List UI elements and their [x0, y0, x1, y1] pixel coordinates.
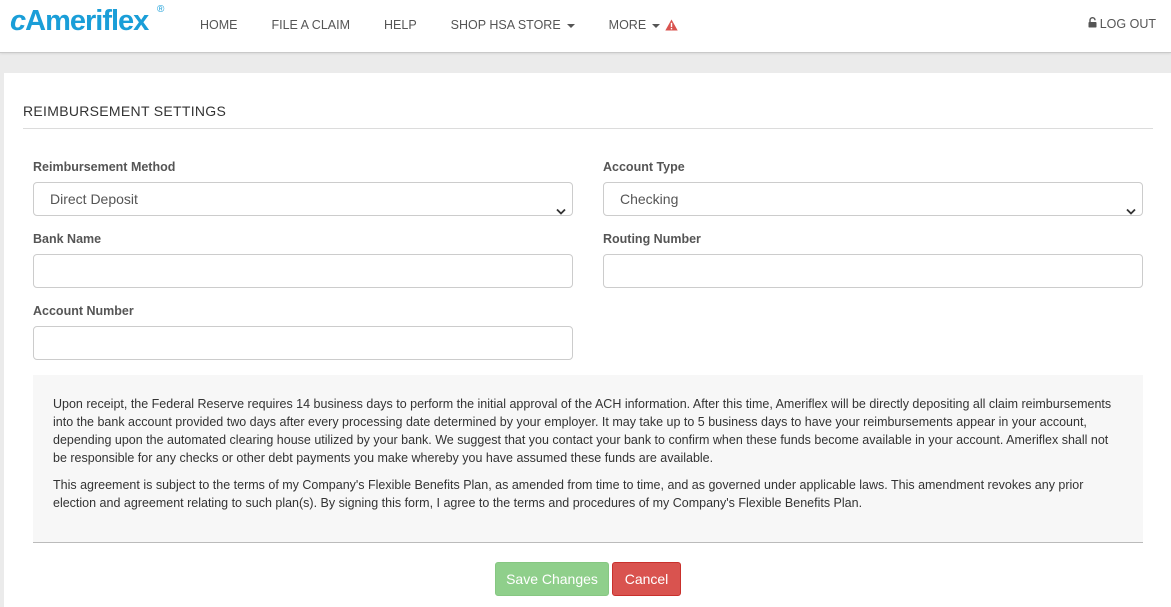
account-type-label: Account Type — [603, 160, 685, 174]
nav-shop-hsa-store-label: SHOP HSA STORE — [450, 18, 561, 32]
logout-link[interactable]: LOG OUT — [1088, 17, 1156, 31]
nav-home-label: HOME — [200, 18, 238, 32]
account-number-input[interactable] — [33, 326, 573, 360]
main-nav: HOME FILE A CLAIM HELP SHOP HSA STORE MO… — [200, 0, 712, 50]
account-number-label: Account Number — [33, 304, 134, 318]
notice-paragraph-agreement: This agreement is subject to the terms o… — [53, 478, 1084, 510]
bank-name-label: Bank Name — [33, 232, 102, 246]
nav-more[interactable]: MORE — [609, 18, 679, 32]
section-divider — [23, 128, 1153, 129]
chevron-down-icon — [1126, 195, 1136, 227]
lock-icon — [1088, 17, 1097, 31]
reimbursement-settings-panel: REIMBURSEMENT SETTINGS Reimbursement Met… — [4, 73, 1171, 607]
account-type-select[interactable]: Checking — [603, 182, 1143, 216]
notice-paragraph-ach: Upon receipt, the Federal Reserve requir… — [53, 397, 1112, 465]
logo-text: cAmeriflex — [10, 5, 149, 37]
caret-down-icon — [566, 23, 575, 28]
nav-help[interactable]: HELP — [384, 18, 417, 32]
cancel-button[interactable]: Cancel — [612, 562, 681, 596]
caret-down-icon — [652, 23, 661, 28]
nav-shop-hsa-store[interactable]: SHOP HSA STORE — [451, 18, 575, 32]
reimbursement-method-label: Reimbursement Method — [33, 160, 176, 174]
nav-more-label: MORE — [608, 18, 647, 32]
reimbursement-method-select[interactable]: Direct Deposit — [33, 182, 573, 216]
registered-mark: ® — [157, 4, 165, 15]
nav-file-a-claim-label: FILE A CLAIM — [271, 18, 351, 32]
top-navbar: cAmeriflex ® HOME FILE A CLAIM HELP SHOP… — [0, 0, 1171, 53]
chevron-down-icon — [556, 195, 566, 227]
routing-number-label: Routing Number — [603, 232, 701, 246]
account-type-value: Checking — [620, 191, 679, 207]
bank-name-input[interactable] — [33, 254, 573, 288]
nav-help-label: HELP — [384, 18, 417, 32]
warning-icon — [665, 19, 678, 31]
ameriflex-logo[interactable]: cAmeriflex ® — [10, 4, 164, 38]
save-changes-button[interactable]: Save Changes — [495, 562, 609, 596]
nav-home[interactable]: HOME — [200, 18, 238, 32]
reimbursement-method-value: Direct Deposit — [50, 191, 138, 207]
section-title: REIMBURSEMENT SETTINGS — [23, 103, 227, 119]
ach-notice-box: Upon receipt, the Federal Reserve requir… — [33, 375, 1143, 543]
logout-label: LOG OUT — [1099, 17, 1156, 31]
nav-file-a-claim[interactable]: FILE A CLAIM — [272, 18, 351, 32]
routing-number-input[interactable] — [603, 254, 1143, 288]
